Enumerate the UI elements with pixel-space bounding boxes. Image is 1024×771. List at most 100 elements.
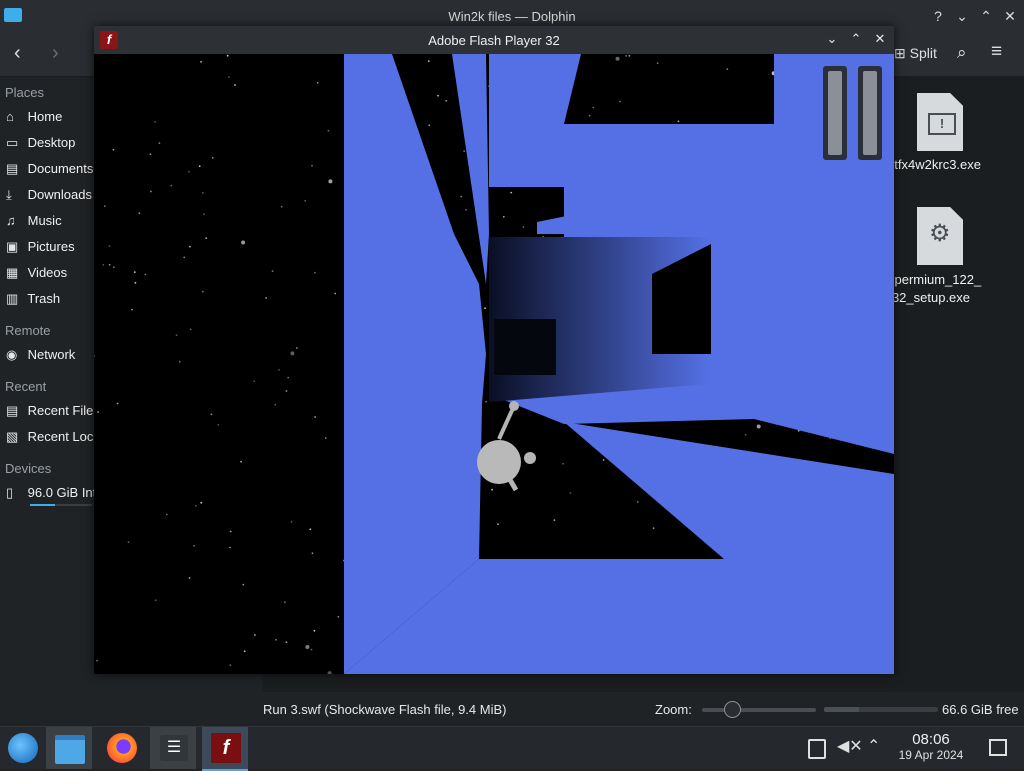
star [522,226,525,228]
maximize-button[interactable]: ⌃ [976,6,996,26]
home-icon: ⌂ [6,109,14,124]
zoom-slider[interactable] [702,701,816,718]
places-item-home[interactable]: ⌂ Home [6,109,96,131]
places-item-label: Pictures [27,239,75,254]
star [234,84,236,86]
star [194,504,197,507]
clock[interactable]: 08:06 19 Apr 2024 [886,731,976,762]
star [205,237,208,240]
star [210,413,213,416]
star [108,263,111,266]
star [463,150,466,152]
star [133,271,136,273]
network-icon: ◉ [6,347,18,362]
star [328,179,333,184]
star [229,546,231,549]
search-icon[interactable]: ⌕ [957,43,967,63]
flash-player-icon[interactable]: f [202,727,248,771]
star [229,530,232,533]
star [165,513,168,516]
music-icon: ♫ [6,213,16,228]
places-item-recent-files[interactable]: ▤ Recent Files [6,403,96,425]
zoom-slider-handle[interactable] [724,701,741,718]
places-item-downloads[interactable]: ⤓ Downloads [6,187,96,209]
star [744,433,747,436]
places-item-music[interactable]: ♫ Music [6,213,96,235]
dolphin-window-title: Win2k files — Dolphin [448,9,576,24]
star [97,411,99,413]
file-item[interactable]: ! setfx4w2krc3.exe [881,93,995,172]
free-space-bar [824,707,938,712]
trash-icon: ▥ [6,291,19,306]
places-item-desktop[interactable]: ▭ Desktop [6,135,96,157]
executable-icon: ! [917,93,963,151]
places-item-label: Home [27,109,63,124]
flash-maximize-button[interactable]: ⌃ [848,31,864,47]
star [588,114,591,117]
star [562,462,564,465]
split-icon: ⊞ [894,45,906,61]
star [428,124,431,127]
places-item-recent-locations[interactable]: ▧ Recent Locations [6,429,96,451]
star [134,281,137,284]
close-button[interactable]: ✕ [1000,6,1020,26]
recent-locations-icon: ▧ [6,429,19,444]
star [602,459,605,461]
show-desktop-icon[interactable] [989,739,1007,756]
flash-titlebar[interactable]: f Adobe Flash Player 32 ⌄ ⌃ ✕ [94,26,894,54]
help-button[interactable]: ? [928,6,948,26]
star [149,153,152,155]
places-item-documents[interactable]: ▤ Documents [6,161,96,183]
star [175,334,178,336]
star [437,94,439,97]
split-button[interactable]: ⊞ Split [894,45,937,62]
application-launcher-icon[interactable] [0,727,46,769]
places-item-videos[interactable]: ▦ Videos [6,265,96,287]
drive-usage-bar [30,504,92,506]
installer-icon: ⚙ [917,207,963,265]
forward-icon[interactable]: › [52,42,59,65]
flash-close-button[interactable]: ✕ [872,31,888,47]
drive-icon: ▯ [6,485,14,500]
star [102,264,105,266]
star [200,61,202,63]
free-space-fill [824,707,860,712]
star [445,99,448,102]
game-canvas[interactable] [94,54,894,674]
star [569,492,572,494]
places-item-label: 96.0 GiB Internal Drive [27,485,96,500]
firefox-icon[interactable] [98,727,144,769]
star [334,292,337,295]
places-item-trash[interactable]: ▥ Trash [6,291,96,313]
status-bar: Run 3.swf (Shockwave Flash file, 9.4 MiB… [262,694,1024,726]
free-space-label: 66.6 GiB free [942,702,1019,717]
dolphin-icon[interactable] [46,727,92,769]
clipboard-icon[interactable] [808,739,826,759]
minimize-button[interactable]: ⌄ [952,6,972,26]
system-settings-icon[interactable]: ☰ [150,727,196,769]
star [278,368,280,371]
zoom-label: Zoom: [655,702,692,717]
file-item[interactable]: ⚙ supermium_122_32_setup.exe [881,207,995,307]
star [228,76,230,79]
volume-muted-icon[interactable]: ◀✕ [837,736,863,756]
flash-minimize-button[interactable]: ⌄ [824,31,840,47]
star [305,645,310,649]
star [144,273,147,276]
places-item-network[interactable]: ◉ Network [6,347,96,369]
star [285,641,288,644]
star [502,215,505,218]
places-item-label: Recent Files [27,403,96,418]
star [217,424,220,426]
star [274,403,277,406]
star [127,541,130,544]
back-icon[interactable]: ‹ [14,42,21,65]
taskbar: ☰ f ◀✕ ⌃ 08:06 19 Apr 2024 [0,726,1024,771]
tray-expand-icon[interactable]: ⌃ [867,736,880,756]
star [150,190,152,193]
places-item-pictures[interactable]: ▣ Pictures [6,239,96,261]
hamburger-menu-icon[interactable]: ≡ [991,41,1002,63]
places-item-label: Recent Locations [27,429,96,444]
recent-files-icon: ▤ [6,403,19,418]
places-item-label: Network [27,347,76,362]
